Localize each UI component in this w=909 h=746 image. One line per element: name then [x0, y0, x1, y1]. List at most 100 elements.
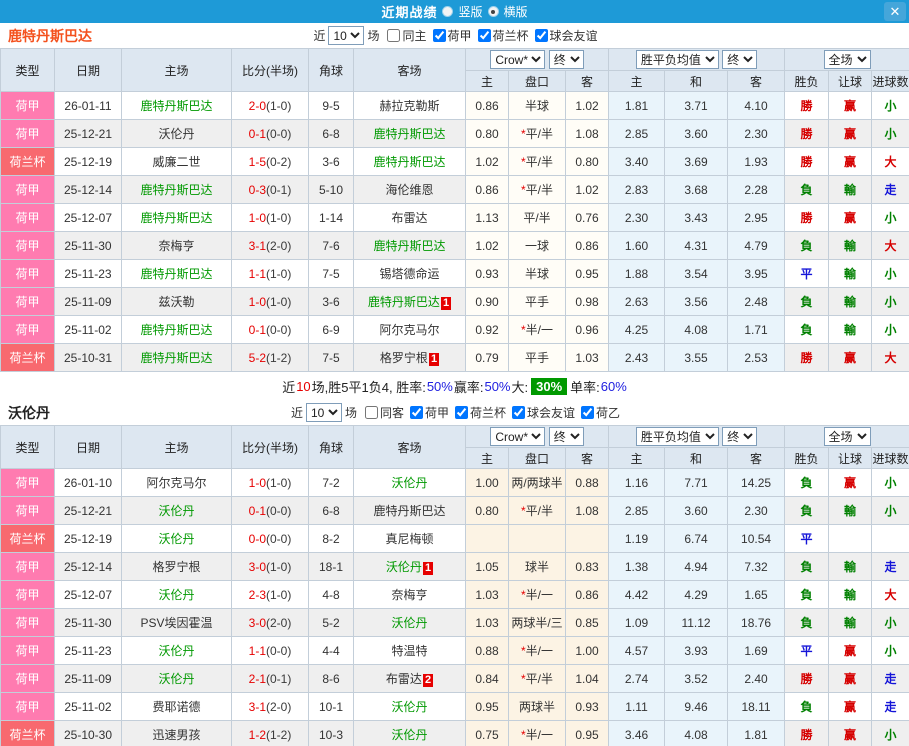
mean-away-odds: 2.30	[727, 496, 786, 525]
away-team-name[interactable]: 鹿特丹斯巴达	[373, 239, 445, 253]
away-team-name[interactable]: 鹿特丹斯巴达	[373, 504, 445, 518]
odds-stage-select[interactable]: 终	[548, 427, 584, 446]
home-team-name[interactable]: 沃伦丹	[158, 504, 194, 518]
vertical-layout-label[interactable]: 竖版	[458, 3, 482, 20]
mean-stage-select[interactable]: 终	[722, 427, 758, 446]
league-label-3[interactable]: 荷乙	[596, 404, 620, 421]
away-team-name[interactable]: 格罗宁根	[380, 351, 428, 365]
scope-select[interactable]: 全场	[823, 427, 871, 446]
away-team-name[interactable]: 鹿特丹斯巴达	[368, 295, 440, 309]
home-team-name[interactable]: 沃伦丹	[158, 672, 194, 686]
home-team-name[interactable]: 奈梅亨	[158, 239, 194, 253]
away-team-name[interactable]: 沃伦丹	[391, 476, 427, 490]
away-odds: 1.08	[564, 496, 610, 525]
away-team-name[interactable]: 沃伦丹	[391, 616, 427, 630]
league-checkbox-1[interactable]	[455, 406, 468, 419]
home-team-name[interactable]: 鹿特丹斯巴达	[140, 323, 212, 337]
mean-stage-select[interactable]: 终	[722, 50, 758, 69]
same-venue-checkbox[interactable]	[364, 406, 378, 419]
league-label-1[interactable]: 荷兰杯	[470, 404, 506, 421]
league-label-2[interactable]: 球会友谊	[550, 27, 598, 44]
away-team-name[interactable]: 赫拉克勒斯	[379, 99, 439, 113]
home-team-name[interactable]: 沃伦丹	[158, 644, 194, 658]
home-team-cell: 鹿特丹斯巴达	[121, 175, 232, 204]
vertical-layout-radio[interactable]	[442, 6, 454, 17]
league-label-0[interactable]: 荷甲	[448, 27, 472, 44]
away-team-name[interactable]: 沃伦丹	[391, 728, 427, 742]
odds-source-select[interactable]: Crow*	[490, 50, 546, 69]
home-team-name[interactable]: 沃伦丹	[158, 532, 194, 546]
odds-source-select[interactable]: Crow*	[490, 427, 546, 446]
away-team-name[interactable]: 奈梅亨	[391, 588, 427, 602]
home-team-name[interactable]: PSV埃因霍温	[140, 616, 212, 630]
league-label-1[interactable]: 荷兰杯	[493, 27, 529, 44]
summary-row: 近 10 场,胜5平1负4, 胜率: 50% 赢率: 50% 大: 30% 单率: 60%	[0, 372, 909, 400]
scope-select[interactable]: 全场	[823, 50, 871, 69]
score-cell: 1-1(1-0)	[231, 259, 309, 288]
goals-result: 走	[871, 664, 909, 693]
mean-home-odds: 3.40	[608, 147, 666, 176]
home-team-name[interactable]: 鹿特丹斯巴达	[140, 211, 212, 225]
table-row: 荷甲 26-01-10 阿尔克马尔 1-0(1-0) 7-2 沃伦丹 1.00 两/两球半 0.…	[0, 468, 909, 497]
home-team-name[interactable]: 威廉二世	[152, 155, 200, 169]
away-team-name[interactable]: 鹿特丹斯巴达	[373, 127, 445, 141]
away-team-name[interactable]: 特温特	[391, 644, 427, 658]
horizontal-layout-radio[interactable]	[487, 6, 499, 17]
full-time-score: 1-1	[248, 266, 266, 281]
mean-select[interactable]: 胜平负均值	[635, 427, 719, 446]
home-team-name[interactable]: 迅速男孩	[152, 728, 200, 742]
away-team-name[interactable]: 锡塔德命运	[379, 267, 439, 281]
away-team-cell: 沃伦丹	[353, 608, 466, 637]
column-header-1: 日期	[54, 425, 122, 469]
away-team-cell: 特温特	[353, 636, 466, 665]
league-checkbox-0[interactable]	[409, 406, 423, 419]
away-team-cell: 沃伦丹	[353, 692, 466, 721]
league-label-0[interactable]: 荷甲	[425, 404, 449, 421]
away-team-name[interactable]: 海伦维恩	[385, 183, 433, 197]
league-checkbox-2[interactable]	[534, 29, 548, 42]
home-team-name[interactable]: 鹿特丹斯巴达	[140, 267, 212, 281]
handicap-cell: 两球半/三	[508, 608, 566, 637]
league-label-2[interactable]: 球会友谊	[527, 404, 575, 421]
away-team-name[interactable]: 沃伦丹	[391, 700, 427, 714]
horizontal-layout-label[interactable]: 横版	[504, 3, 528, 20]
corners-cell: 8-6	[308, 664, 354, 693]
away-team-name[interactable]: 阿尔克马尔	[379, 323, 439, 337]
away-team-name[interactable]: 布雷达	[391, 211, 427, 225]
league-checkbox-0[interactable]	[432, 29, 446, 42]
home-odds: 1.05	[465, 552, 509, 581]
match-count-select[interactable]: 10	[328, 26, 365, 45]
away-team-name[interactable]: 鹿特丹斯巴达	[373, 155, 445, 169]
home-team-name[interactable]: 格罗宁根	[152, 560, 200, 574]
home-team-name[interactable]: 鹿特丹斯巴达	[140, 351, 212, 365]
away-team-name[interactable]: 布雷达	[386, 672, 422, 686]
same-venue-label[interactable]: 同主	[402, 27, 426, 44]
mean-draw-odds: 3.54	[664, 259, 729, 288]
home-team-name[interactable]: 费耶诺德	[152, 700, 200, 714]
mean-draw-odds: 4.94	[664, 552, 729, 581]
home-team-name[interactable]: 沃伦丹	[158, 127, 194, 141]
handicap-result: 輸	[828, 580, 873, 609]
league-checkbox-1[interactable]	[477, 29, 491, 42]
home-team-name[interactable]: 鹿特丹斯巴达	[140, 183, 212, 197]
home-team-name[interactable]: 鹿特丹斯巴达	[140, 99, 212, 113]
league-checkbox-2[interactable]	[512, 406, 526, 419]
half-time-score: (2-0)	[266, 699, 292, 714]
league-checkbox-3[interactable]	[581, 406, 595, 419]
odds-stage-select[interactable]: 终	[548, 50, 584, 69]
mean-away-odds: 2.53	[727, 343, 786, 372]
away-team-name[interactable]: 真尼梅顿	[385, 532, 433, 546]
close-icon[interactable]: ✕	[884, 2, 906, 21]
away-team-name[interactable]: 沃伦丹	[386, 560, 422, 574]
mean-select[interactable]: 胜平负均值	[635, 50, 719, 69]
half-time-score: (0-0)	[266, 503, 292, 518]
home-team-name[interactable]: 兹沃勒	[158, 295, 194, 309]
home-team-name[interactable]: 阿尔克马尔	[146, 476, 206, 490]
match-count-select[interactable]: 10	[305, 403, 342, 422]
handicap-result: 赢	[828, 147, 873, 176]
mean-home-odds: 1.38	[608, 552, 666, 581]
same-venue-label[interactable]: 同客	[380, 404, 404, 421]
same-venue-checkbox[interactable]	[387, 29, 401, 42]
odds-header-cell: Crow* 终	[464, 425, 610, 448]
home-team-name[interactable]: 沃伦丹	[158, 588, 194, 602]
